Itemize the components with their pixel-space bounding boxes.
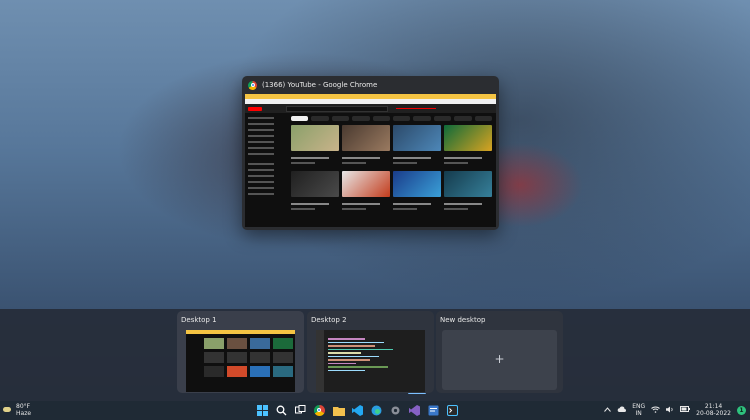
youtube-chip-row [291,116,493,121]
clock-date: 20-08-2022 [696,410,731,417]
desktop-2-preview [316,330,425,392]
clock[interactable]: 21:14 20-08-2022 [696,403,731,417]
youtube-logo-icon [248,106,262,111]
wifi-icon[interactable] [651,406,660,415]
new-desktop-label: New desktop [440,316,486,324]
cloud-icon[interactable] [617,406,627,414]
edge-icon[interactable] [370,404,383,417]
youtube-sidebar [245,113,287,227]
weather-temperature: 80°F [16,403,31,410]
app-window-icon[interactable] [427,404,440,417]
terminal-icon[interactable] [446,404,459,417]
gear-icon[interactable] [389,404,402,417]
weather-condition: Haze [16,410,32,417]
window-titlebar[interactable]: (1366) YouTube - Google Chrome [242,76,499,94]
window-title: (1366) YouTube - Google Chrome [262,81,378,89]
system-tray: ENG IN 21:14 20-08-2022 1 [604,403,746,417]
desktop-2-label: Desktop 2 [311,316,347,324]
battery-icon[interactable] [680,406,691,414]
desktop-1-preview [186,330,295,392]
chrome-window-thumbnail[interactable]: (1366) YouTube - Google Chrome [242,76,499,230]
desktop-1-label: Desktop 1 [181,316,217,324]
chevron-up-icon[interactable] [604,406,612,414]
windows-logo-icon[interactable] [256,404,269,417]
youtube-search-box [286,105,388,112]
taskbar-pinned-apps [256,404,459,417]
notification-badge[interactable]: 1 [737,405,746,415]
taskbar: 80°F Haze ENG IN 21:14 20-08-2022 1 [0,401,750,420]
input-language[interactable]: ENG IN [632,403,645,417]
vscode-icon[interactable] [351,404,364,417]
clock-time: 21:14 [704,403,723,410]
chrome-icon[interactable] [313,404,326,417]
youtube-progress-line [396,107,436,110]
youtube-header [245,104,496,113]
haze-weather-icon [3,405,13,415]
visual-studio-icon[interactable] [408,404,421,417]
desktop-2-tile[interactable]: Desktop 2 [307,311,434,393]
folder-icon[interactable] [332,404,345,417]
new-desktop-preview[interactable]: + [442,330,557,390]
window-preview [245,94,496,227]
virtual-desktops-bar: Desktop 1 Desktop 2 New desktop + [0,309,750,401]
weather-widget[interactable]: 80°F Haze [3,403,31,417]
speaker-icon[interactable] [666,406,674,415]
search-icon[interactable] [275,404,288,417]
youtube-video-grid [291,125,492,214]
plus-icon: + [494,352,505,366]
task-view-icon[interactable] [294,404,307,417]
chrome-icon [248,80,257,90]
desktop-1-tile[interactable]: Desktop 1 [177,311,426,394]
new-desktop-tile[interactable]: New desktop + [436,311,563,393]
